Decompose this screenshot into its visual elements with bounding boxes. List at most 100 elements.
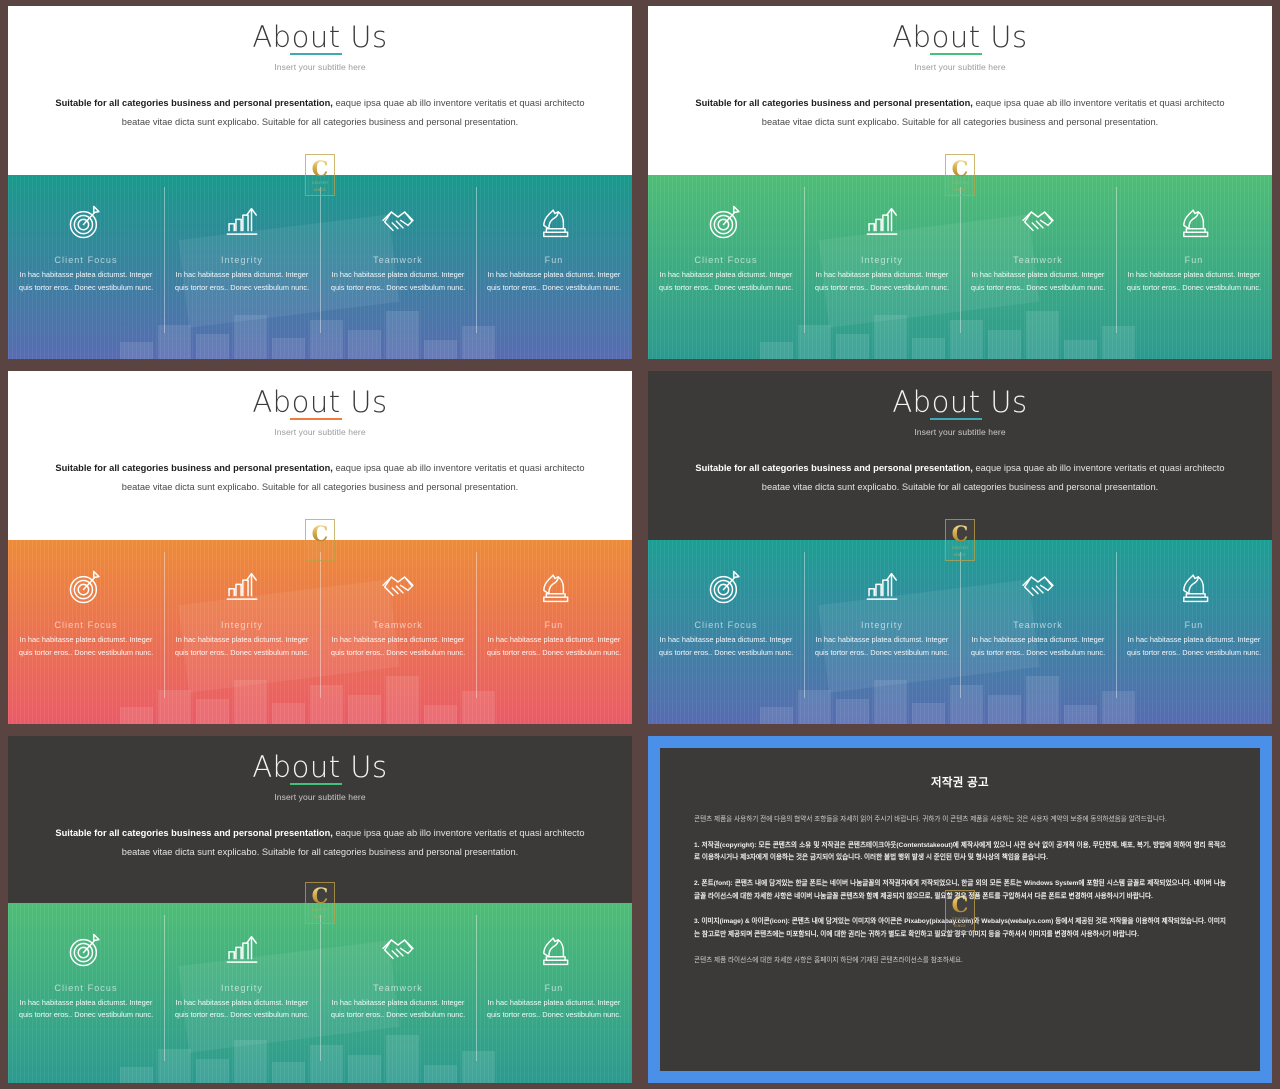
slide-header: About Us Insert your subtitle here Suita…	[648, 6, 1272, 197]
feature-title: Fun	[1184, 620, 1204, 631]
page-subtitle: Insert your subtitle here	[914, 427, 1006, 438]
logo-sub-line2: SINCE	[313, 915, 327, 920]
logo-letter: C	[951, 891, 969, 917]
logo-sub-line2: SINCE	[953, 187, 967, 192]
feature-column-2: Teamwork In hac habitasse platea dictums…	[960, 187, 1116, 335]
page-title-text: About Us	[252, 20, 388, 54]
feature-column-2: Teamwork In hac habitasse platea dictums…	[320, 187, 476, 335]
chess-knight-icon	[482, 929, 626, 971]
feature-description: In hac habitasse platea dictumst. Intege…	[814, 635, 950, 658]
slide-cell-5[interactable]: 저작권 공고 콘텐츠 제품을 사용하기 전에 다음의 협약서 조항들을 자세히 …	[640, 730, 1280, 1089]
copyright-paragraph-4: 콘텐츠 제품 라이선스에 대한 자세한 사항은 홈페이지 하단에 기재된 콘텐츠…	[694, 956, 963, 964]
feature-description: In hac habitasse platea dictumst. Intege…	[1126, 270, 1262, 293]
band-decor-bars	[120, 1029, 495, 1083]
feature-description: In hac habitasse platea dictumst. Intege…	[1126, 635, 1262, 658]
slide-cell-4[interactable]: About Us Insert your subtitle here Suita…	[0, 730, 640, 1089]
feature-title: Client Focus	[54, 255, 118, 266]
feature-description: In hac habitasse platea dictumst. Intege…	[18, 635, 154, 658]
logo-sub-line2: SINCE	[313, 187, 327, 192]
chess-knight-icon	[1122, 566, 1266, 608]
slide-cell-0[interactable]: About Us Insert your subtitle here Suita…	[0, 0, 640, 365]
feature-description: In hac habitasse platea dictumst. Intege…	[970, 270, 1106, 293]
target-icon	[14, 201, 158, 243]
feature-description: In hac habitasse platea dictumst. Intege…	[174, 270, 310, 293]
slide-variant-green-dark: About Us Insert your subtitle here Suita…	[8, 736, 632, 1083]
page-title-text: About Us	[892, 385, 1028, 419]
chess-knight-icon	[1122, 201, 1266, 243]
copyright-paragraph-heading: 1. 저작권(copyright): 모든 콘텐츠의 소유 및 저작권은 콘텐츠…	[694, 841, 1226, 862]
slide-cell-1[interactable]: About Us Insert your subtitle here Suita…	[640, 0, 1280, 365]
feature-band: Client Focus In hac habitasse platea dic…	[648, 540, 1272, 724]
feature-title: Teamwork	[1013, 255, 1063, 266]
copyright-notice-body: 저작권 공고 콘텐츠 제품을 사용하기 전에 다음의 협약서 조항들을 자세히 …	[660, 748, 1260, 1071]
feature-column-0: Client Focus In hac habitasse platea dic…	[8, 566, 164, 659]
feature-title: Fun	[544, 982, 564, 993]
intro-paragraph: Suitable for all categories business and…	[8, 824, 632, 860]
feature-description: In hac habitasse platea dictumst. Intege…	[18, 270, 154, 293]
page-title: About Us	[892, 385, 1028, 421]
slide-header: About Us Insert your subtitle here Suita…	[8, 736, 632, 924]
slide-variant-teal-light: About Us Insert your subtitle here Suita…	[8, 6, 632, 359]
band-decor-bars	[760, 669, 1135, 724]
growth-bar-chart-icon	[170, 201, 314, 243]
page-subtitle: Insert your subtitle here	[274, 427, 366, 438]
title-underline	[930, 417, 982, 421]
feature-description: In hac habitasse platea dictumst. Intege…	[18, 997, 154, 1020]
band-decor-bars	[760, 304, 1135, 359]
logo-letter: C	[311, 521, 329, 547]
growth-bar-chart-icon	[810, 566, 954, 608]
logo-badge: C CENTER SINCE	[305, 154, 335, 197]
feature-band: Client Focus In hac habitasse platea dic…	[8, 540, 632, 724]
band-decor-bars	[120, 669, 495, 724]
logo-letter: C	[311, 883, 329, 909]
slide-header: About Us Insert your subtitle here Suita…	[648, 371, 1272, 562]
feature-title: Client Focus	[694, 255, 758, 266]
feature-column-3: Fun In hac habitasse platea dictumst. In…	[1116, 187, 1272, 335]
intro-paragraph: Suitable for all categories business and…	[648, 94, 1272, 130]
logo-badge: C CENTER SINCE	[305, 881, 335, 924]
logo-sub-line2: SINCE	[953, 552, 967, 557]
feature-column-2: Teamwork In hac habitasse platea dictums…	[320, 552, 476, 700]
slide-variant-teal-dark: About Us Insert your subtitle here Suita…	[648, 371, 1272, 724]
intro-paragraph-bold: Suitable for all categories business and…	[55, 828, 333, 839]
logo-sub-line1: CENTER	[951, 546, 969, 551]
logo-sub-line1: CENTER	[951, 916, 969, 921]
feature-band: Client Focus In hac habitasse platea dic…	[8, 902, 632, 1083]
logo-letter: C	[951, 521, 969, 547]
intro-paragraph-bold: Suitable for all categories business and…	[55, 463, 333, 474]
page-subtitle: Insert your subtitle here	[274, 792, 366, 803]
feature-column-0: Client Focus In hac habitasse platea dic…	[648, 566, 804, 659]
feature-band: Client Focus In hac habitasse platea dic…	[8, 175, 632, 359]
feature-column-3: Fun In hac habitasse platea dictumst. In…	[476, 914, 632, 1062]
logo-sub-line1: CENTER	[311, 908, 329, 913]
feature-column-1: Integrity In hac habitasse platea dictum…	[164, 552, 320, 700]
target-icon	[14, 566, 158, 608]
logo-badge: C CENTER SINCE	[305, 519, 335, 562]
feature-band: Client Focus In hac habitasse platea dic…	[648, 175, 1272, 359]
handshake-icon	[966, 566, 1110, 608]
feature-description: In hac habitasse platea dictumst. Intege…	[658, 635, 794, 658]
title-underline	[290, 52, 342, 56]
page-title: About Us	[252, 387, 387, 421]
logo-sub-line1: CENTER	[311, 546, 329, 551]
slide-variant-orange-light: About Us Insert your subtitle here Suita…	[8, 371, 632, 724]
logo-sub-line2: SINCE	[953, 923, 967, 928]
page-title: About Us	[892, 22, 1027, 56]
logo-sub-line1: CENTER	[951, 181, 969, 186]
feature-title: Fun	[1184, 255, 1204, 266]
feature-description: In hac habitasse platea dictumst. Intege…	[658, 270, 794, 293]
feature-description: In hac habitasse platea dictumst. Intege…	[330, 270, 466, 293]
target-icon	[654, 566, 798, 608]
feature-title: Fun	[544, 255, 564, 266]
band-decor-bars	[120, 304, 495, 359]
growth-bar-chart-icon	[170, 566, 314, 608]
feature-title: Client Focus	[54, 620, 118, 631]
feature-title: Teamwork	[1013, 620, 1063, 631]
logo-sub-line2: SINCE	[313, 552, 327, 557]
copyright-paragraph-1: 1. 저작권(copyright): 모든 콘텐츠의 소유 및 저작권은 콘텐츠…	[694, 840, 1226, 865]
slide-cell-2[interactable]: About Us Insert your subtitle here Suita…	[0, 365, 640, 730]
logo-letter: C	[311, 156, 329, 182]
slide-cell-3[interactable]: About Us Insert your subtitle here Suita…	[640, 365, 1280, 730]
feature-column-3: Fun In hac habitasse platea dictumst. In…	[1116, 552, 1272, 700]
feature-column-1: Integrity In hac habitasse platea dictum…	[164, 187, 320, 335]
